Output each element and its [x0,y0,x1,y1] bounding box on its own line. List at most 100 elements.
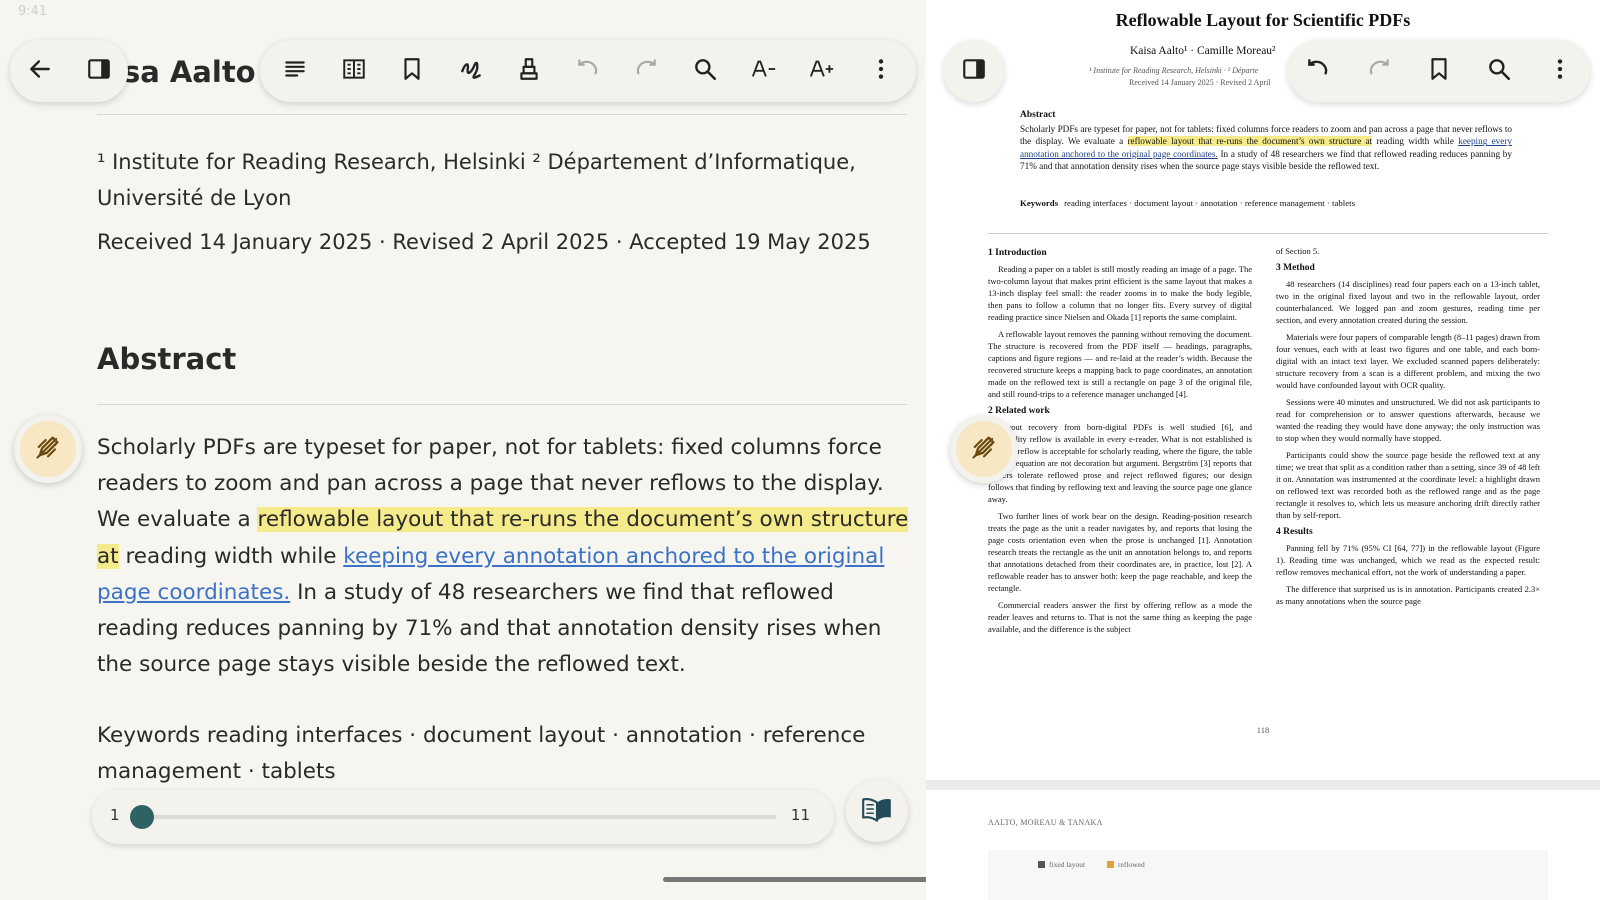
pdf-column-left: 1 Introduction Reading a paper on a tabl… [988,245,1252,707]
abstract-divider [97,404,907,405]
pdf-keywords-text: reading interfaces · document layout · a… [1064,198,1356,208]
back-icon [27,56,53,86]
pdf-section-heading: 3 Method [1276,263,1315,273]
pdf-paragraph: Participants could show the source page … [1276,450,1540,520]
pdf-rule [988,233,1548,234]
more-icon [868,56,894,86]
increase-font-button[interactable] [800,49,844,93]
reading-toolbar [260,40,916,102]
pdf-abstract-heading: Abstract [1020,110,1056,120]
pdf-paragraph: Layout recovery from born-digital PDFs i… [988,422,1252,504]
undo-icon [1305,56,1331,86]
home-indicator[interactable] [663,877,926,882]
pdf-redo-button[interactable] [1357,49,1401,93]
keywords: Keywords reading interfaces · document l… [97,723,866,784]
pdf-affiliations: ¹ Institute for Reading Research, Helsin… [1089,66,1259,75]
pdf-toolbar [1288,40,1590,102]
reflow-columns-button[interactable] [332,49,376,93]
page-slider-thumb[interactable] [130,805,154,829]
annotate-fab-circle [20,421,76,477]
legend-label: fixed layout [1049,860,1086,869]
outline-icon [282,56,308,86]
pdf-paragraph: of Section 5. [1276,246,1320,256]
pdf-running-head: AALTO, MOREAU & TANAKA [988,818,1103,827]
pdf-more-button[interactable] [1538,49,1582,93]
annotate-fab[interactable] [14,415,82,483]
ink-button[interactable] [449,49,493,93]
page-slider: 1 11 [92,790,834,844]
affiliations: ¹ Institute for Reading Research, Helsin… [97,150,856,210]
abstract-body[interactable]: Scholarly PDFs are typeset for paper, no… [97,430,915,683]
pdf-paragraph: Two further lines of work bear on the de… [988,511,1252,593]
pdf-paragraph: Materials were four papers of comparable… [1276,332,1540,390]
pdf-bookmark-button[interactable] [1417,49,1461,93]
pdf-paragraph: 48 researchers (14 disciplines) read fou… [1276,279,1540,325]
nav-toolbar [10,40,128,102]
pdf-abstract-text: reading width while [1372,136,1459,147]
pdf-section-heading: 1 Introduction [988,248,1047,258]
legend-item-reflowed: reflowed [1107,860,1145,869]
pdf-column-right: of Section 5. 3 Method 48 researchers (1… [1276,245,1540,707]
abstract-text: reading width while [118,543,344,569]
pdf-keywords-label: Keywords [1020,198,1059,208]
annotate-pen-icon [970,433,998,465]
more-button[interactable] [859,49,903,93]
pdf-figure-legend: fixed layout reflowed [1038,860,1145,869]
reflow-header-title: isa Aalto [113,55,256,89]
decrease-font-button[interactable] [742,49,786,93]
pdf-undo-button[interactable] [1296,49,1340,93]
reflow-columns-icon [341,56,367,86]
pdf-paragraph: Sessions were 40 minutes and unstructure… [1276,397,1540,443]
back-button[interactable] [18,49,62,93]
outline-button[interactable] [273,49,317,93]
legend-label: reflowed [1118,860,1145,869]
bookmark-icon [399,56,425,86]
pdf-page-number: 118 [1256,725,1270,735]
pdf-authors: Kaisa Aalto¹ · Camille Moreau² [1130,45,1276,57]
reading-mode-button[interactable] [846,780,908,842]
pdf-paragraph: A reflowable layout removes the panning … [988,329,1252,399]
pdf-keywords: Keywords reading interfaces · document la… [1020,198,1355,208]
pdf-paragraph: The difference that surprised us is in a… [1276,584,1540,606]
legend-swatch [1107,861,1115,868]
bookmark-button[interactable] [390,49,434,93]
redo-button[interactable] [624,49,668,93]
pdf-annotate-fab[interactable] [950,415,1018,483]
more-icon [1547,56,1573,86]
bookmark-icon [1426,56,1452,86]
highlighter-icon [516,56,542,86]
undo-button[interactable] [566,49,610,93]
page-slider-track[interactable] [130,805,776,829]
pdf-highlight-annotation[interactable]: reflowable layout that re-runs the docum… [1127,136,1373,147]
search-icon [692,56,718,86]
split-view-button[interactable] [77,49,121,93]
pdf-figure [988,850,1548,900]
search-button[interactable] [683,49,727,93]
pdf-abstract-body[interactable]: Scholarly PDFs are typeset for paper, no… [1020,123,1512,173]
redo-icon [633,56,659,86]
undo-icon [575,56,601,86]
pdf-section-heading: 2 Related work [988,406,1050,416]
pdf-title: Reflowable Layout for Scientific PDFs [1115,10,1411,30]
ink-icon [458,56,484,86]
split-view-icon [961,56,987,86]
highlighter-button[interactable] [507,49,551,93]
header-divider [97,114,907,115]
pdf-paragraph: Panning fell by 71% (95% CI [64, 77]) in… [1276,543,1540,577]
search-icon [1486,56,1512,86]
pdf-paragraph: Commercial readers answer the first by o… [988,600,1252,634]
legend-item-fixed: fixed layout [1038,860,1085,869]
increase-font-icon [809,56,835,86]
pdf-view-toolbar [944,40,1004,102]
abstract-heading: Abstract [97,342,237,376]
pdf-search-button[interactable] [1477,49,1521,93]
split-view-icon [86,56,112,86]
split-view-button[interactable] [952,49,996,93]
pdf-dates: Received 14 January 2025 · Revised 2 Apr… [1129,78,1271,87]
pdf-paragraph: Reading a paper on a tablet is still mos… [988,264,1252,322]
pdf-pane: Reflowable Layout for Scientific PDFs Ka… [926,0,1600,900]
page-slider-start: 1 [110,806,120,824]
legend-swatch [1038,861,1045,868]
page-slider-end: 11 [790,806,810,824]
decrease-font-icon [751,56,777,86]
